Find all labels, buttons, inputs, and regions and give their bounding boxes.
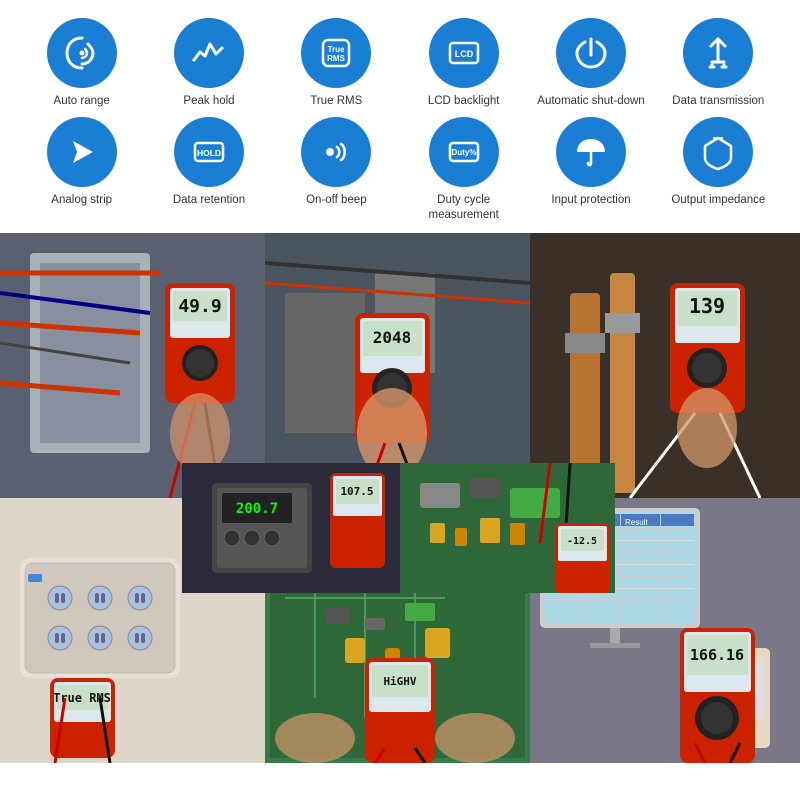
svg-text:True: True	[328, 45, 345, 54]
svg-text:200.7: 200.7	[236, 501, 278, 517]
peak-hold-label: Peak hold	[183, 94, 234, 109]
svg-text:Result: Result	[625, 518, 648, 527]
photo-pcb-small: -12.5	[400, 463, 615, 593]
analog-strip-icon	[47, 117, 117, 187]
svg-text:49.9: 49.9	[178, 296, 221, 317]
data-transmission-label: Data transmission	[672, 94, 764, 109]
data-retention-icon: HOLD	[174, 117, 244, 187]
true-rms-label: True RMS	[310, 94, 362, 109]
svg-text:166.16: 166.16	[690, 646, 744, 664]
data-retention-label: Data retention	[173, 193, 245, 208]
output-impedance-icon	[683, 117, 753, 187]
feature-output-impedance: Output impedance	[657, 117, 780, 223]
output-impedance-label: Output impedance	[671, 193, 765, 208]
photo-large-measurement: 2048	[265, 233, 530, 498]
feature-true-rms: True RMS True RMS	[275, 18, 398, 109]
svg-text:139: 139	[689, 294, 725, 318]
photos-section: 49.9 2048	[0, 233, 800, 763]
input-protection-icon	[556, 117, 626, 187]
feature-on-off-beep: On-off beep	[275, 117, 398, 223]
auto-range-icon	[47, 18, 117, 88]
feature-data-retention: HOLD Data retention	[147, 117, 270, 223]
input-protection-label: Input protection	[551, 193, 630, 208]
on-off-beep-label: On-off beep	[306, 193, 367, 208]
lcd-backlight-icon: LCD	[429, 18, 499, 88]
feature-auto-shutdown: Automatic shut-down	[529, 18, 652, 109]
peak-hold-icon	[174, 18, 244, 88]
features-section: Auto range Peak hold True RMS True RMS	[0, 0, 800, 233]
svg-text:2048: 2048	[373, 328, 412, 347]
photo-pipe-measurement-svg: 139	[530, 233, 800, 498]
photo-power-supply: 200.7 107.5	[182, 463, 400, 593]
data-transmission-icon	[683, 18, 753, 88]
features-grid: Auto range Peak hold True RMS True RMS	[20, 18, 780, 223]
auto-range-label: Auto range	[54, 94, 110, 109]
feature-data-transmission: Data transmission	[657, 18, 780, 109]
feature-analog-strip: Analog strip	[20, 117, 143, 223]
duty-cycle-icon: Duty%	[429, 117, 499, 187]
photo-electrical-panel-svg: 49.9	[0, 233, 265, 498]
true-rms-icon: True RMS	[301, 18, 371, 88]
svg-text:Duty%: Duty%	[451, 148, 476, 157]
analog-strip-label: Analog strip	[51, 193, 112, 208]
feature-input-protection: Input protection	[529, 117, 652, 223]
lcd-backlight-label: LCD backlight	[428, 94, 500, 109]
svg-text:RMS: RMS	[327, 54, 345, 63]
photo-pipe-measurement: 139	[530, 233, 800, 498]
feature-auto-range: Auto range	[20, 18, 143, 109]
feature-peak-hold: Peak hold	[147, 18, 270, 109]
auto-shutdown-label: Automatic shut-down	[537, 94, 644, 109]
svg-text:-12.5: -12.5	[567, 536, 597, 547]
feature-lcd-backlight: LCD LCD backlight	[402, 18, 525, 109]
svg-text:HOLD: HOLD	[197, 148, 221, 158]
svg-text:107.5: 107.5	[340, 485, 373, 498]
photo-large-measurement-svg: 2048	[265, 233, 530, 498]
feature-duty-cycle: Duty% Duty cycle measurement	[402, 117, 525, 223]
svg-text:HiGHV: HiGHV	[383, 675, 416, 688]
on-off-beep-icon	[301, 117, 371, 187]
svg-text:LCD: LCD	[454, 49, 473, 59]
duty-cycle-label: Duty cycle measurement	[402, 193, 525, 223]
photo-electrical-panel: 49.9	[0, 233, 265, 498]
auto-shutdown-icon	[556, 18, 626, 88]
